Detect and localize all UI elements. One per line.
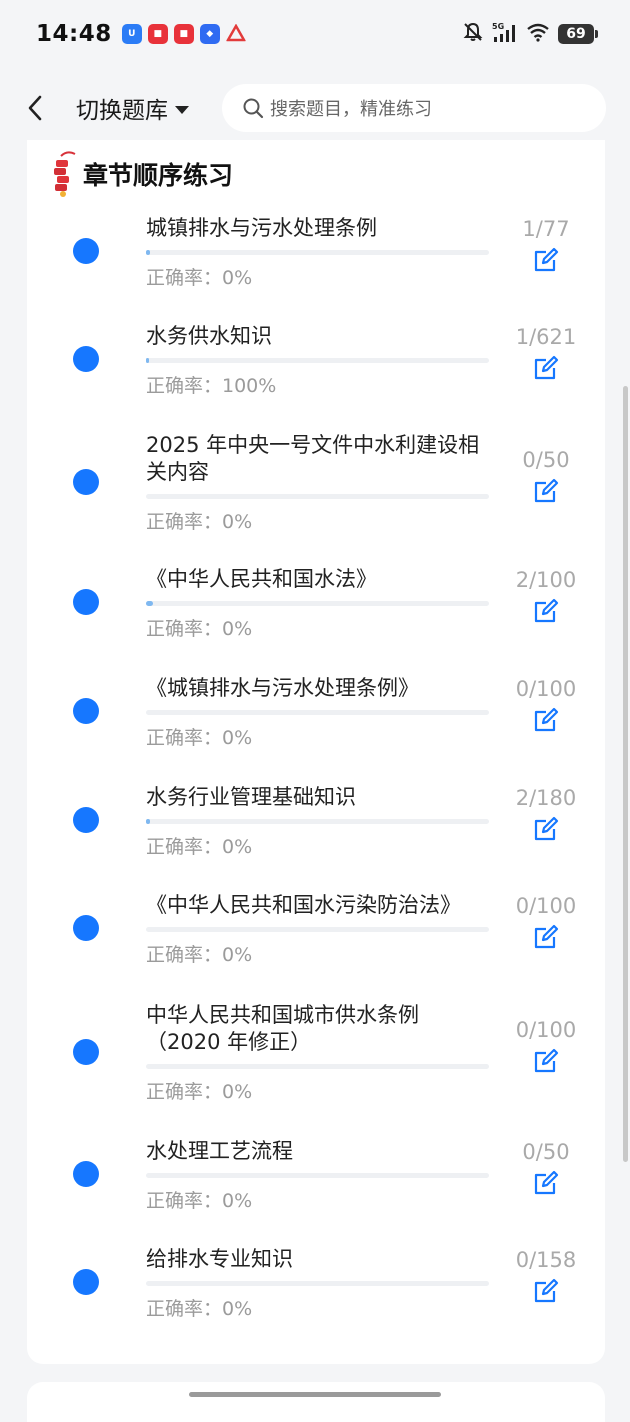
chapter-count: 0/100 xyxy=(515,677,577,701)
chapter-name: 《城镇排水与污水处理条例》 xyxy=(146,676,419,700)
edit-icon[interactable] xyxy=(533,1278,559,1304)
chapter-progress-bar xyxy=(146,1173,489,1178)
chapter-name: 2025 年中央一号文件中水利建设相关内容 xyxy=(146,433,480,484)
edit-icon[interactable] xyxy=(533,247,559,273)
chapter-status-dot xyxy=(73,1038,99,1065)
chapter-status-dot xyxy=(73,807,99,833)
chapter-count: 1/621 xyxy=(515,325,577,349)
search-placeholder: 搜索题目，精准练习 xyxy=(270,99,432,120)
chapter-accuracy: 正确率：100% xyxy=(146,375,277,397)
chapter-progress-bar xyxy=(146,601,489,606)
chapter-status-dot xyxy=(73,468,99,495)
wifi-icon xyxy=(526,22,550,46)
chapter-status-dot xyxy=(73,1269,99,1295)
chapter-name: 水处理工艺流程 xyxy=(146,1139,293,1163)
chapter-status-dot xyxy=(73,346,99,372)
chapter-count: 0/50 xyxy=(522,447,570,472)
chapter-count: 1/77 xyxy=(522,217,570,241)
caret-down-icon xyxy=(174,95,190,121)
chapter-count: 2/100 xyxy=(515,568,577,592)
edit-icon[interactable] xyxy=(533,598,559,624)
edit-icon[interactable] xyxy=(533,1170,559,1196)
network-label: 5G xyxy=(492,22,504,31)
firecracker-icon xyxy=(54,151,76,197)
edit-icon[interactable] xyxy=(533,1048,559,1074)
signal-icon: 5G xyxy=(492,21,518,47)
chapter-practice-card: 章节顺序练习 城镇排水与污水处理条例 正确率：0% 1/77 水务供水知识 正确率：10… xyxy=(27,140,605,1364)
chapter-accuracy: 正确率：0% xyxy=(146,727,253,749)
scrollbar[interactable] xyxy=(623,386,628,1162)
battery-indicator: 69 xyxy=(558,24,598,44)
chapter-name: 城镇排水与污水处理条例 xyxy=(146,216,377,240)
chapter-accuracy: 正确率：0% xyxy=(146,267,253,289)
app-notification-icon: ■ xyxy=(173,24,194,44)
chapter-status-dot xyxy=(73,238,99,264)
chapter-progress-bar xyxy=(146,358,489,363)
chapter-name: 给排水专业知识 xyxy=(146,1247,293,1271)
status-right: 5G 69 xyxy=(462,21,598,47)
next-section-card xyxy=(27,1382,605,1422)
home-indicator[interactable] xyxy=(189,1392,441,1397)
chapter-count: 0/158 xyxy=(515,1248,577,1272)
chapter-progress-fill xyxy=(146,250,151,255)
chapter-accuracy: 正确率：0% xyxy=(146,1298,253,1320)
section-title: 章节顺序练习 xyxy=(83,161,234,190)
chapter-progress-bar xyxy=(146,1064,489,1069)
chapter-count: 0/100 xyxy=(515,1017,577,1042)
chapter-count: 2/180 xyxy=(515,786,577,810)
search-icon xyxy=(243,98,264,119)
app-notification-icon: ◆ xyxy=(199,24,220,44)
app-notification-icon: ■ xyxy=(147,24,168,44)
switch-bank-dropdown[interactable]: 切换题库 xyxy=(76,91,190,125)
app-notification-icon xyxy=(225,24,246,44)
top-bar: 切换题库 搜索题目，精准练习 xyxy=(0,72,630,144)
chapter-name: 中华人民共和国城市供水条例（2020 年修正） xyxy=(146,1003,419,1054)
chapter-status-dot xyxy=(73,698,99,724)
status-bar: 14:48 U ■ ■ ◆ 5G 69 xyxy=(0,0,630,68)
status-time: 14:48 xyxy=(36,21,112,47)
chapter-accuracy: 正确率：0% xyxy=(146,1081,253,1103)
chapter-accuracy: 正确率：0% xyxy=(146,618,253,640)
chapter-accuracy: 正确率：0% xyxy=(146,1190,253,1212)
chapter-name: 水务行业管理基础知识 xyxy=(146,785,356,809)
section-header: 章节顺序练习 xyxy=(51,150,233,198)
edit-icon[interactable] xyxy=(533,816,559,842)
chapter-accuracy: 正确率：0% xyxy=(146,836,253,858)
chapter-progress-bar xyxy=(146,819,489,824)
chapter-accuracy: 正确率：0% xyxy=(146,511,253,533)
chapter-name: 水务供水知识 xyxy=(146,324,272,348)
edit-icon[interactable] xyxy=(533,355,559,381)
chapter-status-dot xyxy=(73,915,99,941)
chapter-count: 0/100 xyxy=(515,894,577,918)
switch-bank-label: 切换题库 xyxy=(76,98,168,124)
chevron-left-icon xyxy=(28,95,42,121)
chapter-accuracy: 正确率：0% xyxy=(146,944,253,966)
chapter-progress-fill xyxy=(146,819,150,824)
chapter-progress-bar xyxy=(146,927,489,932)
chapter-name: 《中华人民共和国水法》 xyxy=(146,567,377,591)
edit-icon[interactable] xyxy=(533,924,559,950)
edit-icon[interactable] xyxy=(533,707,559,733)
chapter-progress-bar xyxy=(146,1281,489,1286)
chapter-progress-bar xyxy=(146,710,489,715)
chapter-count: 0/50 xyxy=(522,1140,570,1164)
chapter-progress-fill xyxy=(146,601,153,606)
mute-icon xyxy=(462,21,484,47)
search-input[interactable]: 搜索题目，精准练习 xyxy=(222,84,606,132)
chapter-progress-fill xyxy=(146,358,149,363)
chapter-progress-bar xyxy=(146,250,489,255)
back-button[interactable] xyxy=(26,88,56,128)
chapter-progress-bar xyxy=(146,494,489,499)
app-notification-icon: U xyxy=(121,24,142,44)
chapter-status-dot xyxy=(73,589,99,615)
chapter-name: 《中华人民共和国水污染防治法》 xyxy=(146,893,461,917)
chapter-status-dot xyxy=(73,1161,99,1187)
edit-icon[interactable] xyxy=(533,478,559,504)
notification-icons: U ■ ■ ◆ xyxy=(121,24,246,44)
